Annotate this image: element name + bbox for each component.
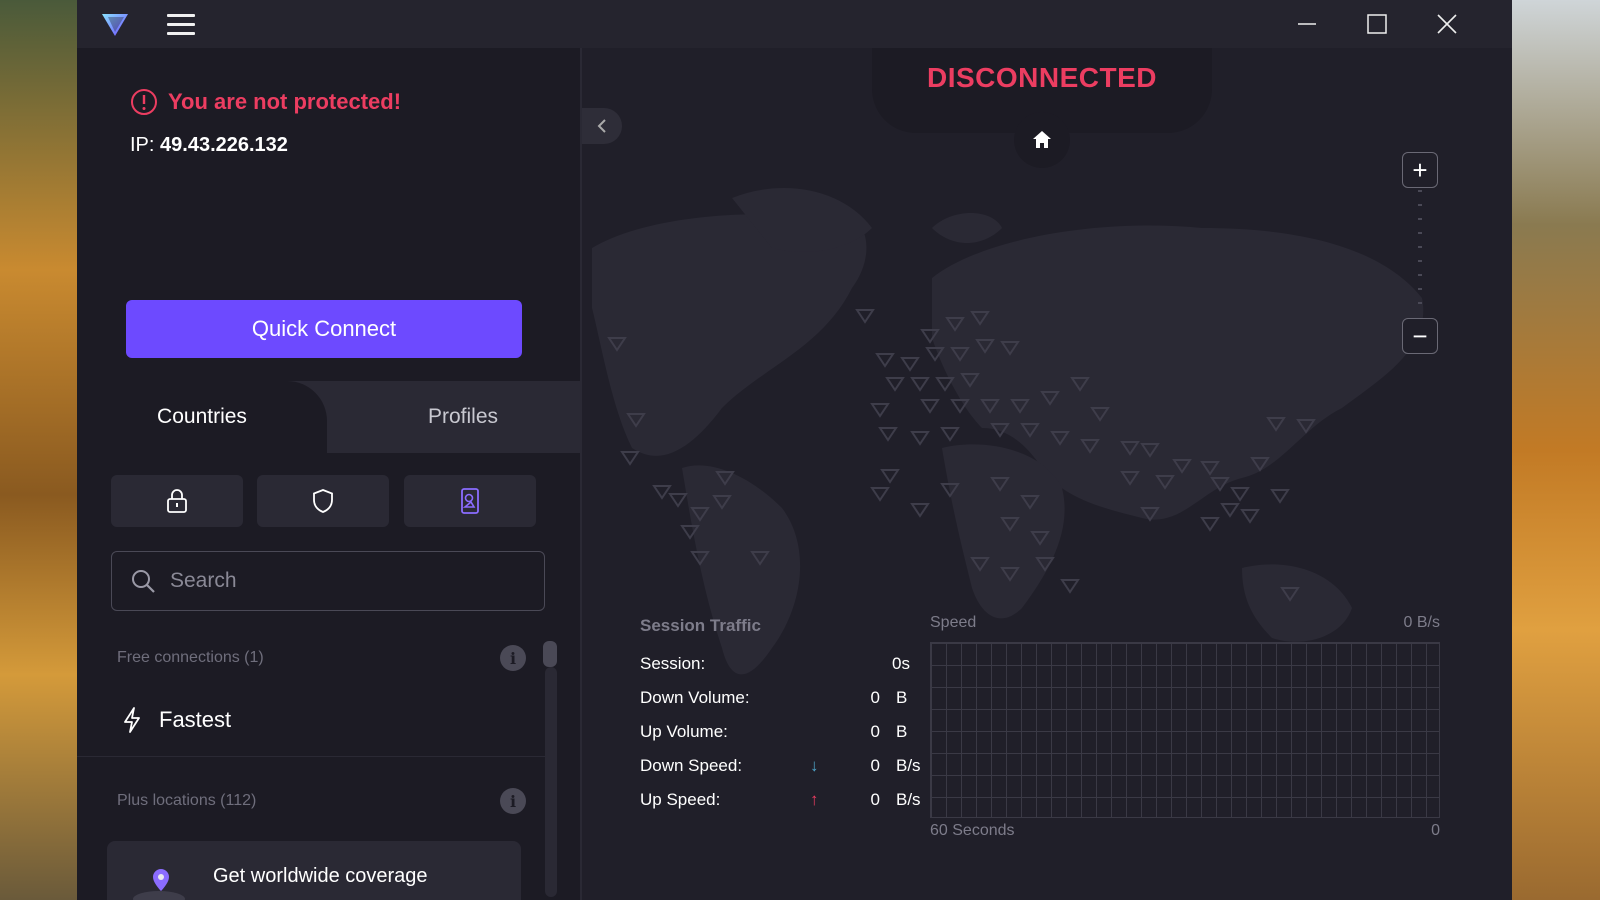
- plus-locations-label: Plus locations (112): [117, 792, 257, 809]
- session-label: Session:: [640, 654, 706, 673]
- zoom-slider[interactable]: [1418, 190, 1422, 310]
- secure-core-filter-button[interactable]: [111, 475, 243, 527]
- down-speed-value: 0: [870, 756, 880, 775]
- fastest-label: Fastest: [159, 706, 232, 732]
- tor-icon: [461, 488, 479, 514]
- zoom-out-button[interactable]: −: [1402, 318, 1438, 354]
- world-map-panel[interactable]: DISCONNECTED + − Session Traffic Session…: [582, 48, 1512, 900]
- arrow-up-icon: ↑: [810, 790, 819, 809]
- session-traffic-title: Session Traffic: [640, 616, 761, 635]
- countries-panel: Free connections (1) i Fastest Plus loca…: [77, 453, 580, 900]
- speed-graph-axis-start: 60 Seconds: [930, 822, 1015, 839]
- title-bar: [77, 0, 1512, 48]
- scrollbar-thumb[interactable]: [543, 641, 557, 667]
- speed-graph-value: 0 B/s: [1403, 614, 1440, 631]
- speed-graph-axis-end: 0: [1431, 822, 1440, 839]
- close-icon[interactable]: [1427, 6, 1467, 42]
- hamburger-menu-icon[interactable]: [167, 10, 195, 38]
- desktop-wallpaper-right: [1512, 0, 1600, 900]
- sidebar: You are not protected! IP: 49.43.226.132…: [77, 48, 580, 900]
- netshield-filter-button[interactable]: [257, 475, 389, 527]
- upsell-banner[interactable]: Get worldwide coverage: [107, 841, 521, 900]
- lock-icon: [167, 489, 187, 513]
- arrow-down-icon: ↓: [810, 756, 819, 775]
- up-volume-label: Up Volume:: [640, 722, 728, 741]
- up-speed-value: 0: [870, 790, 880, 809]
- session-value: 0s: [892, 654, 910, 673]
- free-connections-label: Free connections (1): [117, 649, 264, 666]
- warning-text: You are not protected!: [168, 89, 402, 114]
- maximize-icon[interactable]: [1357, 6, 1397, 42]
- lightning-icon: [124, 706, 140, 733]
- tab-profiles[interactable]: Profiles: [363, 381, 563, 453]
- down-volume-value: 0: [870, 688, 880, 707]
- down-speed-unit: B/s: [896, 756, 921, 775]
- connection-status: DISCONNECTED: [926, 62, 1157, 93]
- fastest-server-item[interactable]: Fastest: [77, 683, 557, 757]
- speed-graph-label: Speed: [930, 614, 977, 631]
- alert-icon: [131, 89, 157, 115]
- proton-vpn-logo-icon: [102, 14, 128, 36]
- search-field[interactable]: [111, 551, 545, 611]
- search-icon: [132, 570, 155, 593]
- desktop-wallpaper-left: [0, 0, 77, 900]
- up-speed-label: Up Speed:: [640, 790, 721, 809]
- zoom-in-button[interactable]: +: [1402, 152, 1438, 188]
- minimize-icon[interactable]: [1287, 6, 1327, 42]
- chevron-left-icon: [597, 119, 606, 133]
- ip-value: 49.43.226.132: [160, 134, 288, 156]
- plus-info-icon[interactable]: i: [500, 788, 526, 814]
- ip-label: IP:: [130, 134, 155, 156]
- collapse-sidebar-button[interactable]: [582, 108, 622, 144]
- shield-icon: [313, 489, 333, 513]
- protection-warning: You are not protected!: [130, 88, 401, 116]
- tab-countries[interactable]: Countries: [77, 381, 327, 453]
- location-pin-icon: [133, 869, 185, 900]
- down-speed-label: Down Speed:: [640, 756, 743, 775]
- quick-connect-button[interactable]: Quick Connect: [126, 300, 522, 358]
- up-speed-unit: B/s: [896, 790, 921, 809]
- server-tabs: Countries Profiles Search Free connectio…: [77, 381, 580, 900]
- ip-address: IP: 49.43.226.132: [130, 134, 288, 157]
- down-volume-unit: B: [896, 688, 908, 707]
- app-window: You are not protected! IP: 49.43.226.132…: [77, 0, 1512, 900]
- tor-filter-button[interactable]: [404, 475, 536, 527]
- search-input[interactable]: [170, 569, 530, 593]
- up-volume-value: 0: [870, 722, 880, 741]
- down-volume-label: Down Volume:: [640, 688, 750, 707]
- upsell-text: Get worldwide coverage: [213, 864, 428, 887]
- up-volume-unit: B: [896, 722, 908, 741]
- speed-graph: [930, 642, 1440, 818]
- free-info-icon[interactable]: i: [500, 645, 526, 671]
- home-icon[interactable]: [1014, 112, 1070, 168]
